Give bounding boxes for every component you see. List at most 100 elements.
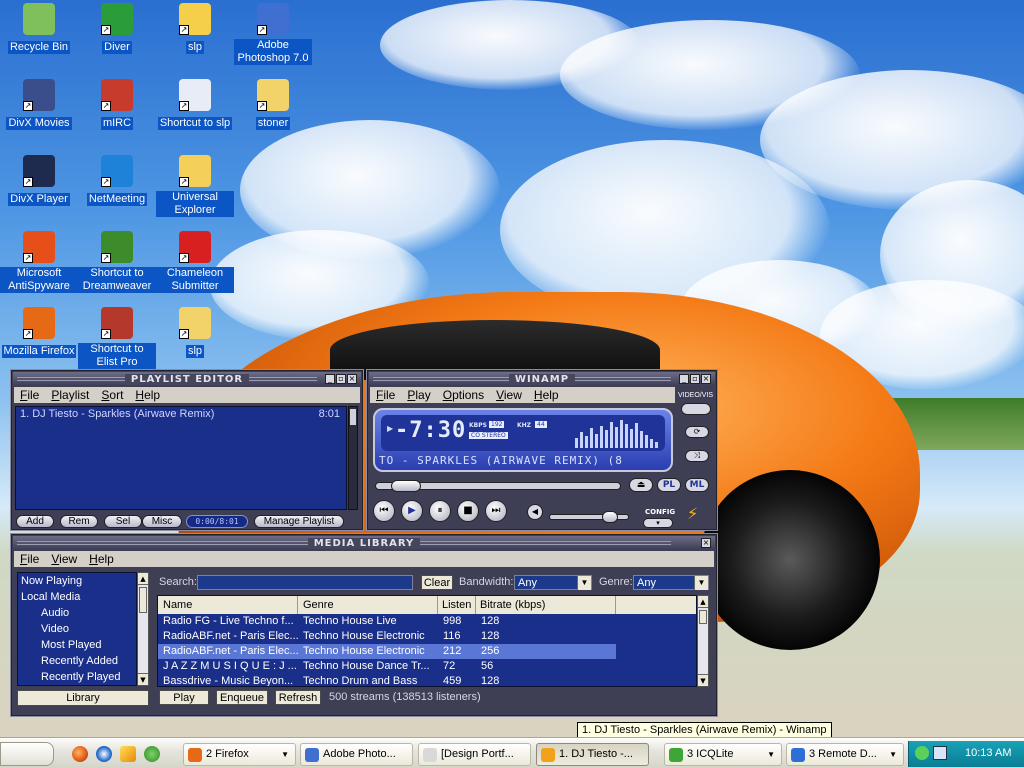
menu-help[interactable]: Help (135, 388, 160, 402)
stop-button[interactable]: ■ (457, 500, 479, 522)
desktop-icon[interactable]: ↗ Diver (78, 3, 156, 54)
desktop-icon[interactable]: Recycle Bin (0, 3, 78, 54)
taskbar-button[interactable]: 3 ICQLite ▼ (664, 743, 782, 766)
media-library-titlebar[interactable]: MEDIA LIBRARY × (13, 536, 715, 550)
desktop-icon[interactable]: ↗ Shortcut to Elist Pro (78, 307, 156, 369)
close-button[interactable]: × (701, 538, 711, 548)
menu-play[interactable]: Play (407, 388, 430, 402)
scrollbar-thumb[interactable] (699, 610, 707, 624)
scrollbar-thumb[interactable] (350, 409, 356, 425)
menu-help[interactable]: Help (89, 552, 114, 566)
close-button[interactable]: × (701, 374, 711, 384)
table-row[interactable]: J A Z Z M U S I Q U E : J ... Techno Hous… (158, 659, 616, 674)
clock[interactable]: 10:13 AM (965, 747, 1011, 759)
search-input[interactable] (197, 575, 413, 590)
scroll-up-icon[interactable]: ▲ (698, 596, 708, 608)
playlist-scrollbar[interactable] (348, 406, 358, 510)
menu-sort[interactable]: Sort (101, 388, 123, 402)
column-header-genre[interactable]: Genre (298, 596, 438, 614)
taskbar-button[interactable]: 1. DJ Tiesto -... (536, 743, 649, 766)
desktop-icon[interactable]: ↗ mIRC (78, 79, 156, 130)
msn-icon[interactable] (144, 746, 160, 762)
volume-thumb[interactable] (602, 511, 618, 523)
shade-button[interactable]: ▫ (336, 374, 346, 384)
select-button[interactable]: Sel (104, 515, 142, 528)
minimize-button[interactable]: _ (325, 374, 335, 384)
tree-item[interactable]: Recently Played (18, 669, 136, 685)
menu-options[interactable]: Options (443, 388, 484, 402)
bandwidth-select[interactable]: Any ▼ (514, 575, 592, 590)
library-toggle-button[interactable]: ML (685, 478, 709, 492)
desktop-icon[interactable]: ↗ Adobe Photoshop 7.0 (234, 3, 312, 65)
start-button[interactable] (0, 742, 54, 766)
desktop-icon[interactable]: ↗ DivX Movies (0, 79, 78, 130)
menu-file[interactable]: File (20, 552, 39, 566)
tree-scrollbar[interactable]: ▲ ▼ (137, 572, 149, 686)
volume-slider[interactable] (549, 511, 629, 523)
desktop-icon[interactable]: ↗ NetMeeting (78, 155, 156, 206)
table-row[interactable]: Bassdrive - Music Beyon... Techno Drum an… (158, 674, 616, 686)
column-header-name[interactable]: Name (158, 596, 298, 614)
seek-bar[interactable] (375, 480, 621, 492)
desktop-icon[interactable]: ↗ Chameleon Submitter (156, 231, 234, 293)
menu-file[interactable]: File (20, 388, 39, 402)
clear-button[interactable]: Clear (421, 575, 453, 590)
previous-button[interactable]: ⏮ (373, 500, 395, 522)
config-button[interactable]: ▾ (643, 518, 673, 528)
monitor-icon[interactable] (933, 746, 947, 760)
menu-playlist[interactable]: Playlist (51, 388, 89, 402)
winamp-icon[interactable] (120, 746, 136, 762)
menu-file[interactable]: File (376, 388, 395, 402)
seek-thumb[interactable] (390, 480, 421, 492)
menu-help[interactable]: Help (534, 388, 559, 402)
next-button[interactable]: ⏭ (485, 500, 507, 522)
shade-button[interactable]: ▫ (690, 374, 700, 384)
play-stream-button[interactable]: Play (159, 690, 209, 705)
tree-item[interactable]: Local Media (18, 589, 136, 605)
enqueue-button[interactable]: Enqueue (216, 690, 268, 705)
table-row[interactable]: Radio FG - Live Techno f... Techno House … (158, 614, 616, 629)
scroll-up-icon[interactable]: ▲ (138, 573, 148, 585)
column-header-listen[interactable]: Listen (438, 596, 476, 614)
desktop-icon[interactable]: ↗ stoner (234, 79, 312, 130)
taskbar-button[interactable]: Adobe Photo... (300, 743, 413, 766)
network-icon[interactable] (915, 746, 929, 760)
chevron-down-icon[interactable]: ▼ (694, 576, 708, 590)
table-scrollbar[interactable]: ▲ ▼ (697, 595, 709, 687)
tree-item[interactable]: Recently Added (18, 653, 136, 669)
column-header-bitrate[interactable]: Bitrate (kbps) (476, 596, 616, 614)
taskbar-button[interactable]: [Design Portf... (418, 743, 531, 766)
manage-playlist-button[interactable]: Manage Playlist (254, 515, 344, 528)
add-button[interactable]: Add (16, 515, 54, 528)
desktop-icon[interactable]: ↗ Mozilla Firefox (0, 307, 78, 358)
scrollbar-thumb[interactable] (139, 587, 147, 613)
taskbar-button[interactable]: 3 Remote D... ▼ (786, 743, 904, 766)
taskbar-button[interactable]: 2 Firefox ▼ (183, 743, 296, 766)
refresh-button[interactable]: Refresh (275, 690, 321, 705)
close-button[interactable]: × (347, 374, 357, 384)
tree-item[interactable]: Most Played (18, 637, 136, 653)
tree-item[interactable]: Video (18, 621, 136, 637)
desktop-icon[interactable]: ↗ Shortcut to slp (156, 79, 234, 130)
eject-button[interactable]: ⏏ (629, 478, 653, 492)
desktop-icon[interactable]: ↗ DivX Player (0, 155, 78, 206)
menu-view[interactable]: View (496, 388, 522, 402)
videovis-toggle[interactable] (681, 403, 711, 415)
desktop-icon[interactable]: ↗ Universal Explorer (156, 155, 234, 217)
library-button[interactable]: Library (17, 690, 149, 706)
chevron-down-icon[interactable]: ▼ (577, 576, 591, 590)
playlist-toggle-button[interactable]: PL (657, 478, 681, 492)
tree-item[interactable]: Now Playing (18, 573, 136, 589)
desktop-icon[interactable]: ↗ slp (156, 307, 234, 358)
pause-button[interactable]: ⏸ (429, 500, 451, 522)
eject-side-button[interactable]: ⟳ (685, 426, 709, 438)
desktop-icon[interactable]: ↗ Shortcut to Dreamweaver (78, 231, 156, 293)
tree-item[interactable]: Audio (18, 605, 136, 621)
playlist-item[interactable]: 1. DJ Tiesto - Sparkles (Airwave Remix) … (16, 407, 346, 421)
shuffle-button[interactable]: ⤨ (685, 450, 709, 462)
scroll-down-icon[interactable]: ▼ (138, 673, 148, 685)
table-row[interactable]: RadioABF.net - Paris Elec... Techno House… (158, 644, 616, 659)
menu-view[interactable]: View (51, 552, 77, 566)
remove-button[interactable]: Rem (60, 515, 98, 528)
media-player-icon[interactable] (96, 746, 112, 762)
